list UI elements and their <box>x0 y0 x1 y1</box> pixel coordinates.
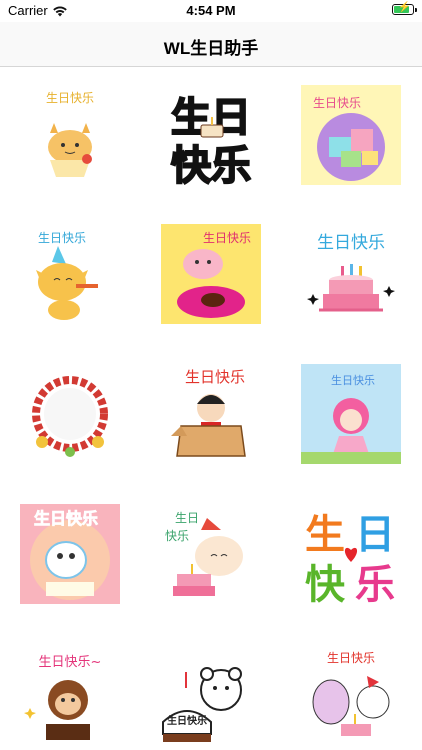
sticker-gift-boxes[interactable]: 生日快乐 <box>301 85 401 185</box>
pig-cake-icon: 生日快乐 <box>161 224 261 324</box>
sticker-caption: 生日快乐 <box>317 233 385 253</box>
sticker-caption: 生日快乐 <box>185 368 245 386</box>
box-boy-icon: 生日快乐 <box>171 368 246 457</box>
cat-cupcake-icon: 生日快乐 <box>46 91 94 177</box>
friends-cake-icon: 生日快乐 <box>312 651 390 736</box>
fairy-girl-icon: 生日快乐 <box>301 364 401 464</box>
sticker-char-2: 日 <box>355 512 395 558</box>
sticker-caption: 生日快乐 <box>203 231 251 245</box>
sticker-bear-cake[interactable]: 生日快乐 <box>161 644 261 744</box>
flower-wreath-icon <box>32 376 108 457</box>
cake-candles-icon: 生日快乐 <box>307 233 395 312</box>
seal-cake-icon: 生日快乐 <box>20 504 120 604</box>
sticker-caption: 生日快乐~ <box>39 655 102 670</box>
sticker-caption-line2: 快乐 <box>165 529 189 543</box>
sticker-box-boy[interactable]: 生日快乐 <box>161 364 261 464</box>
sticker-grid: 生日快乐 生日 快乐 生日快乐 生日快乐 生日快乐 生日快乐 生日快乐 生日快乐… <box>0 66 422 750</box>
cat-cake-icon: 生日 快乐 <box>165 511 243 596</box>
sticker-cat-cupcake[interactable]: 生日快乐 <box>20 85 120 185</box>
status-bar: Carrier 4:54 PM ⚡ <box>0 0 422 22</box>
navigation-bar: WL生日助手 <box>0 22 422 67</box>
clock: 4:54 PM <box>186 3 236 18</box>
cow-party-icon: 生日快乐 <box>36 231 98 320</box>
sticker-friends-cake[interactable]: 生日快乐 <box>301 644 401 744</box>
sticker-colorful-text[interactable]: 生 日 快 乐 <box>301 504 401 604</box>
sticker-flower-wreath[interactable] <box>20 364 120 464</box>
sticker-caption-line1: 生日 <box>175 511 199 525</box>
sticker-caption: 生日快乐 <box>331 373 375 387</box>
sticker-char-4: 乐 <box>355 562 395 604</box>
colorful-text-heart-icon: 生 日 快 乐 <box>305 512 395 604</box>
sticker-cow-party[interactable]: 生日快乐 <box>20 224 120 324</box>
big-text-cake-icon: 生日 快乐 <box>170 94 252 185</box>
sticker-caption-bottom: 快乐 <box>171 143 251 185</box>
sticker-big-text[interactable]: 生日 快乐 <box>161 85 261 185</box>
sticker-char-3: 快 <box>305 562 346 604</box>
sticker-monkey-cake[interactable]: 生日快乐~ <box>20 644 120 744</box>
sticker-fairy-girl[interactable]: 生日快乐 <box>301 364 401 464</box>
sticker-caption: 生日快乐 <box>46 91 94 105</box>
page-title: WL生日助手 <box>163 39 259 58</box>
monkey-cake-icon: 生日快乐~ <box>24 655 102 740</box>
sticker-cat-cake[interactable]: 生日 快乐 <box>161 504 261 604</box>
sticker-caption: 生日快乐 <box>327 651 375 665</box>
battery-icon: ⚡ <box>392 2 417 15</box>
sticker-caption: 生日快乐 <box>34 509 98 528</box>
sticker-caption: 生日快乐 <box>313 96 361 110</box>
sticker-char-1: 生 <box>305 512 345 558</box>
sticker-pig-cake[interactable]: 生日快乐 <box>161 224 261 324</box>
sticker-caption: 生日快乐 <box>167 714 207 727</box>
sticker-caption: 生日快乐 <box>38 231 86 245</box>
sticker-cake-candles[interactable]: 生日快乐 <box>301 224 401 324</box>
sticker-seal-cake[interactable]: 生日快乐 <box>20 504 120 604</box>
bear-cake-icon: 生日快乐 <box>162 667 242 742</box>
gift-boxes-icon: 生日快乐 <box>301 85 401 185</box>
